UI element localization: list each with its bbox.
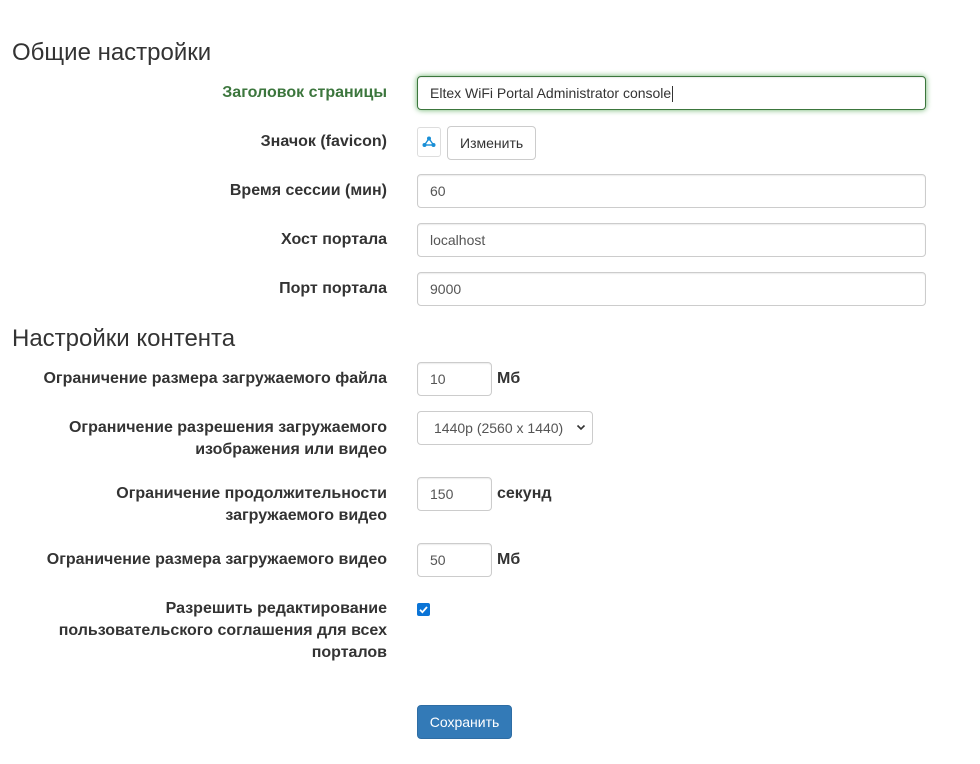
- duration-unit: секунд: [497, 485, 552, 502]
- session-label: Время сессии (мин): [229, 182, 387, 199]
- port-label: Порт портала: [279, 280, 387, 297]
- page-title-label: Заголовок страницы: [222, 84, 387, 101]
- duration-label-line1: Ограничение продолжительности: [116, 485, 387, 502]
- video-size-unit: Мб: [497, 551, 521, 568]
- video-size-input[interactable]: [417, 543, 492, 577]
- resolution-label-line1: Ограничение разрешения загружаемого: [68, 419, 387, 436]
- file-size-unit: Мб: [497, 370, 521, 387]
- resolution-selected-value: 1440p (2560 x 1440): [434, 420, 564, 436]
- save-button[interactable]: Сохранить: [417, 705, 512, 739]
- resolution-label-line2: изображения или видео: [195, 441, 387, 458]
- eula-label-line2: пользовательского соглашения для всех: [58, 622, 387, 639]
- portal-port-input[interactable]: [417, 272, 926, 306]
- settings-page: Общие настройки Заголовок страницы Eltex…: [0, 0, 980, 764]
- favicon-label: Значок (favicon): [260, 133, 387, 150]
- resolution-label: Ограничение разрешения загружаемого изоб…: [7, 417, 387, 461]
- page-title-input[interactable]: Eltex WiFi Portal Administrator console: [417, 76, 926, 110]
- duration-label: Ограничение продолжительности загружаемо…: [7, 483, 387, 527]
- file-size-input[interactable]: [417, 362, 492, 396]
- eula-label: Разрешить редактирование пользовательско…: [7, 598, 387, 664]
- file-size-label: Ограничение размера загружаемого файла: [43, 370, 387, 387]
- chevron-down-icon: [576, 412, 586, 457]
- favicon-preview[interactable]: [417, 127, 441, 157]
- video-size-label: Ограничение размера загружаемого видео: [46, 551, 387, 568]
- eula-checkbox[interactable]: [417, 603, 430, 616]
- page-title-value: Eltex WiFi Portal Administrator console: [430, 85, 672, 101]
- session-time-input[interactable]: [417, 174, 926, 208]
- checkmark-icon: [419, 606, 428, 614]
- general-settings-title: Общие настройки: [12, 39, 212, 66]
- duration-input[interactable]: [417, 477, 492, 511]
- eula-label-line3: порталов: [311, 644, 387, 661]
- portal-host-input[interactable]: [417, 223, 926, 257]
- resolution-select[interactable]: 1440p (2560 x 1440): [417, 411, 593, 445]
- eula-label-line1: Разрешить редактирование: [165, 600, 387, 617]
- duration-label-line2: загружаемого видео: [225, 507, 387, 524]
- content-settings-title: Настройки контента: [12, 325, 236, 352]
- favicon-change-button[interactable]: Изменить: [447, 126, 537, 160]
- favicon-share-icon: [422, 136, 436, 147]
- text-cursor: [672, 86, 674, 103]
- host-label: Хост портала: [281, 231, 387, 248]
